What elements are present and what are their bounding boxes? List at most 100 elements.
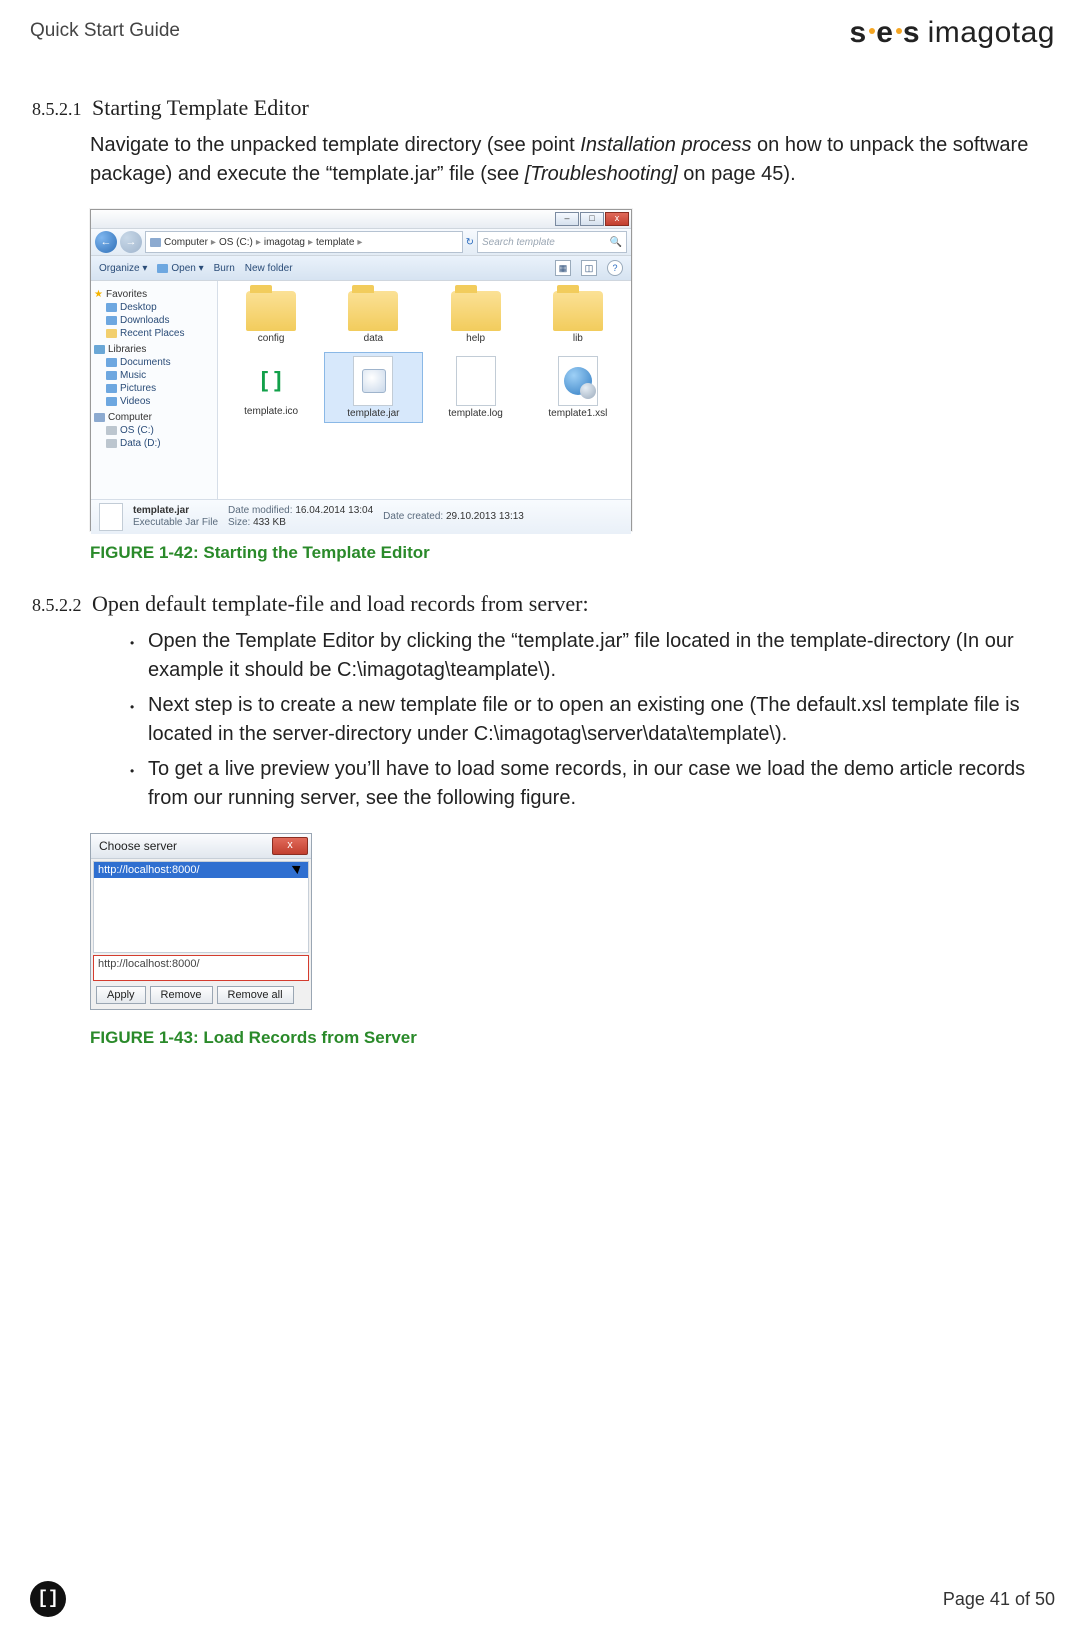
figure-1-42-caption: FIGURE 1-42: Starting the Template Edito…	[90, 543, 1055, 563]
folder-config[interactable]: config	[222, 287, 320, 348]
documents-icon	[106, 358, 117, 367]
server-list[interactable]: http://localhost:8000/	[93, 861, 309, 953]
window-minimize-button[interactable]: –	[555, 212, 579, 226]
section2-bullets: Open the Template Editor by clicking the…	[90, 627, 1055, 813]
recent-icon	[106, 329, 117, 338]
list-item: To get a live preview you’ll have to loa…	[130, 755, 1055, 813]
drive-icon	[106, 426, 117, 435]
sidebar-item-data-d[interactable]: Data (D:)	[94, 437, 214, 450]
details-modified-label: Date modified:	[228, 505, 292, 516]
details-created-label: Date created:	[383, 511, 443, 522]
para-text: Navigate to the unpacked template direct…	[90, 134, 580, 156]
logo-imagotag-text: imagotag	[928, 16, 1055, 50]
details-created: 29.10.2013 13:13	[446, 511, 524, 522]
file-pane: config data help lib [ ]template.ico tem…	[218, 281, 631, 499]
sidebar-item-documents[interactable]: Documents	[94, 356, 214, 369]
footer-logo-icon: []	[30, 1581, 66, 1617]
folder-data[interactable]: data	[324, 287, 422, 348]
sidebar-item-downloads[interactable]: Downloads	[94, 314, 214, 327]
log-file-icon	[456, 356, 496, 406]
window-close-button[interactable]: x	[605, 212, 629, 226]
sidebar-item-desktop[interactable]: Desktop	[94, 301, 214, 314]
folder-icon	[348, 291, 398, 331]
section-number: 8.5.2.2	[30, 595, 92, 616]
file-template-ico[interactable]: [ ]template.ico	[222, 352, 320, 423]
computer-icon	[150, 238, 161, 247]
desktop-icon	[106, 303, 117, 312]
music-icon	[106, 371, 117, 380]
sidebar-item-pictures[interactable]: Pictures	[94, 382, 214, 395]
folder-help[interactable]: help	[427, 287, 525, 348]
nav-forward-button[interactable]: →	[120, 231, 142, 253]
view-icon[interactable]: ▦	[555, 260, 571, 276]
remove-all-button[interactable]: Remove all	[217, 986, 294, 1004]
toolbar-open[interactable]: Open ▾	[157, 263, 203, 274]
details-size: 433 KB	[253, 517, 286, 528]
brand-logo: ses imagotag	[850, 16, 1055, 50]
open-icon	[157, 264, 168, 273]
breadcrumb-item[interactable]: Computer	[164, 237, 208, 248]
details-size-label: Size:	[228, 517, 250, 528]
folder-lib[interactable]: lib	[529, 287, 627, 348]
breadcrumb-item[interactable]: imagotag	[264, 237, 305, 248]
jar-file-icon	[353, 356, 393, 406]
sidebar-item-recent[interactable]: Recent Places	[94, 327, 214, 340]
para-emph: Installation process	[580, 134, 751, 156]
help-icon[interactable]: ?	[607, 260, 623, 276]
apply-button[interactable]: Apply	[96, 986, 146, 1004]
toolbar-organize[interactable]: Organize ▾	[99, 263, 147, 274]
pictures-icon	[106, 384, 117, 393]
breadcrumb[interactable]: Computer▸ OS (C:)▸ imagotag▸ template▸	[145, 231, 463, 253]
cursor-icon	[294, 863, 304, 877]
sidebar-item-videos[interactable]: Videos	[94, 395, 214, 408]
file-template-log[interactable]: template.log	[427, 352, 525, 423]
file-template1-xsl[interactable]: template1.xsl	[529, 352, 627, 423]
sidebar-libraries[interactable]: Libraries	[108, 344, 146, 355]
search-input[interactable]: Search template 🔍	[477, 231, 627, 253]
downloads-icon	[106, 316, 117, 325]
explorer-sidebar: ★Favorites Desktop Downloads Recent Plac…	[91, 281, 218, 499]
para-text: on page 45).	[678, 163, 796, 185]
server-url-input[interactable]: http://localhost:8000/	[93, 955, 309, 981]
libraries-icon	[94, 345, 105, 354]
folder-icon	[553, 291, 603, 331]
details-pane: template.jar Executable Jar File Date mo…	[91, 499, 631, 534]
file-template-jar[interactable]: template.jar	[324, 352, 422, 423]
xsl-file-icon	[558, 356, 598, 406]
explorer-toolbar: Organize ▾ Open ▾ Burn New folder ▦ ◫ ?	[91, 256, 631, 281]
folder-icon	[246, 291, 296, 331]
breadcrumb-item[interactable]: OS (C:)	[219, 237, 253, 248]
window-titlebar: – □ x	[91, 210, 631, 229]
dialog-title: Choose server	[99, 839, 177, 853]
search-placeholder: Search template	[482, 237, 555, 248]
sidebar-favorites[interactable]: Favorites	[106, 289, 147, 300]
list-item: Open the Template Editor by clicking the…	[130, 627, 1055, 685]
page-number: Page 41 of 50	[943, 1589, 1055, 1610]
drive-icon	[106, 439, 117, 448]
breadcrumb-item[interactable]: template	[316, 237, 354, 248]
window-maximize-button[interactable]: □	[580, 212, 604, 226]
doc-header-title: Quick Start Guide	[30, 20, 180, 42]
explorer-window: – □ x ← → Computer▸ OS (C:)▸ imagotag▸ t…	[90, 209, 632, 531]
server-list-item-selected[interactable]: http://localhost:8000/	[94, 862, 308, 878]
sidebar-item-os-c[interactable]: OS (C:)	[94, 424, 214, 437]
section-title: Open default template-file and load reco…	[92, 591, 589, 617]
search-icon: 🔍	[610, 237, 622, 248]
toolbar-burn[interactable]: Burn	[214, 263, 235, 274]
choose-server-dialog: Choose server x http://localhost:8000/ h…	[90, 833, 312, 1010]
videos-icon	[106, 397, 117, 406]
preview-pane-icon[interactable]: ◫	[581, 260, 597, 276]
figure-1-43-caption: FIGURE 1-43: Load Records from Server	[90, 1028, 1055, 1048]
favorites-star-icon: ★	[94, 289, 103, 300]
sidebar-computer[interactable]: Computer	[108, 412, 152, 423]
sidebar-item-music[interactable]: Music	[94, 369, 214, 382]
details-modified: 16.04.2014 13:04	[295, 505, 373, 516]
nav-back-button[interactable]: ←	[95, 231, 117, 253]
folder-icon	[451, 291, 501, 331]
details-thumb-icon	[99, 503, 123, 531]
logo-ses-text: ses	[850, 16, 922, 50]
dialog-close-button[interactable]: x	[272, 837, 308, 855]
remove-button[interactable]: Remove	[150, 986, 213, 1004]
toolbar-newfolder[interactable]: New folder	[245, 263, 293, 274]
section1-paragraph: Navigate to the unpacked template direct…	[90, 131, 1050, 189]
